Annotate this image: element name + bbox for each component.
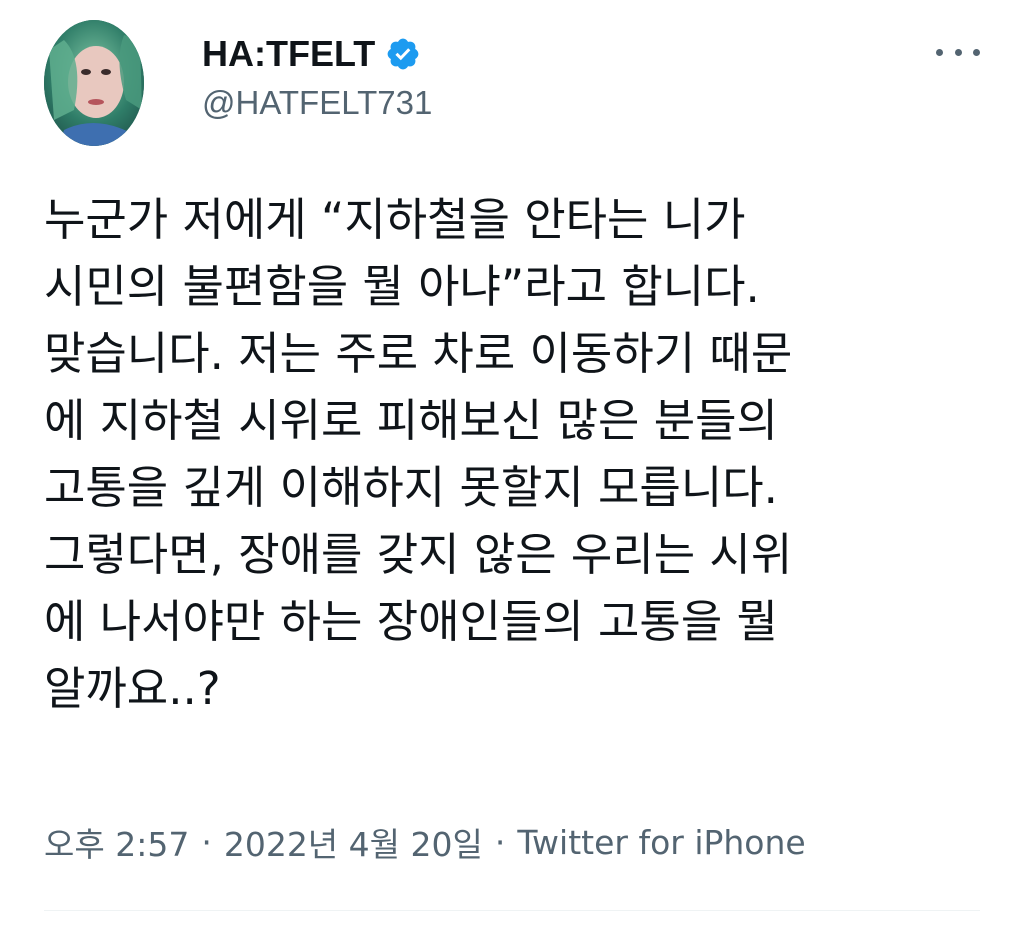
meta-separator: · <box>494 822 506 862</box>
user-handle[interactable]: @HATFELT731 <box>202 84 432 122</box>
tweet-line: 고통을 깊게 이해하지 못할지 모릅니다. <box>44 461 778 514</box>
meta-separator: · <box>201 822 212 862</box>
tweet-line: 에 지하철 시위로 피해보신 많은 분들의 <box>44 394 778 447</box>
tweet-source[interactable]: Twitter for iPhone <box>517 823 805 862</box>
tweet-line: 알까요..? <box>44 662 221 715</box>
avatar[interactable] <box>44 20 144 146</box>
more-dot <box>936 48 943 56</box>
tweet-time[interactable]: 오후 2:57 <box>44 818 189 866</box>
divider <box>44 910 980 911</box>
tweet-text: 누군가 저에게 “지하철을 안타는 니가 시민의 불편함을 뭘 아냐”라고 합니… <box>44 186 994 722</box>
more-horizontal-icon[interactable] <box>936 38 980 66</box>
verified-badge-icon <box>385 36 421 72</box>
tweet-line: 시민의 불편함을 뭘 아냐”라고 합니다. <box>44 260 760 313</box>
tweet-meta: 오후 2:57 · 2022년 4월 20일 · Twitter for iPh… <box>44 818 806 866</box>
name-row: HA:TFELT <box>202 30 421 78</box>
display-name[interactable]: HA:TFELT <box>202 33 375 75</box>
avatar-image <box>44 20 144 146</box>
tweet-line: 누군가 저에게 “지하철을 안타는 니가 <box>44 193 746 246</box>
tweet-date[interactable]: 2022년 4월 20일 <box>224 818 483 866</box>
tweet-line: 맞습니다. 저는 주로 차로 이동하기 때문 <box>44 327 793 380</box>
tweet-line: 그렇다면, 장애를 갖지 않은 우리는 시위 <box>44 528 793 581</box>
more-dot <box>973 48 980 56</box>
tweet-line: 에 나서야만 하는 장애인들의 고통을 뭘 <box>44 595 778 648</box>
more-dot <box>954 48 962 56</box>
tweet: HA:TFELT @HATFELT731 누군가 저에게 “지하철을 안타는 니… <box>0 0 1024 929</box>
